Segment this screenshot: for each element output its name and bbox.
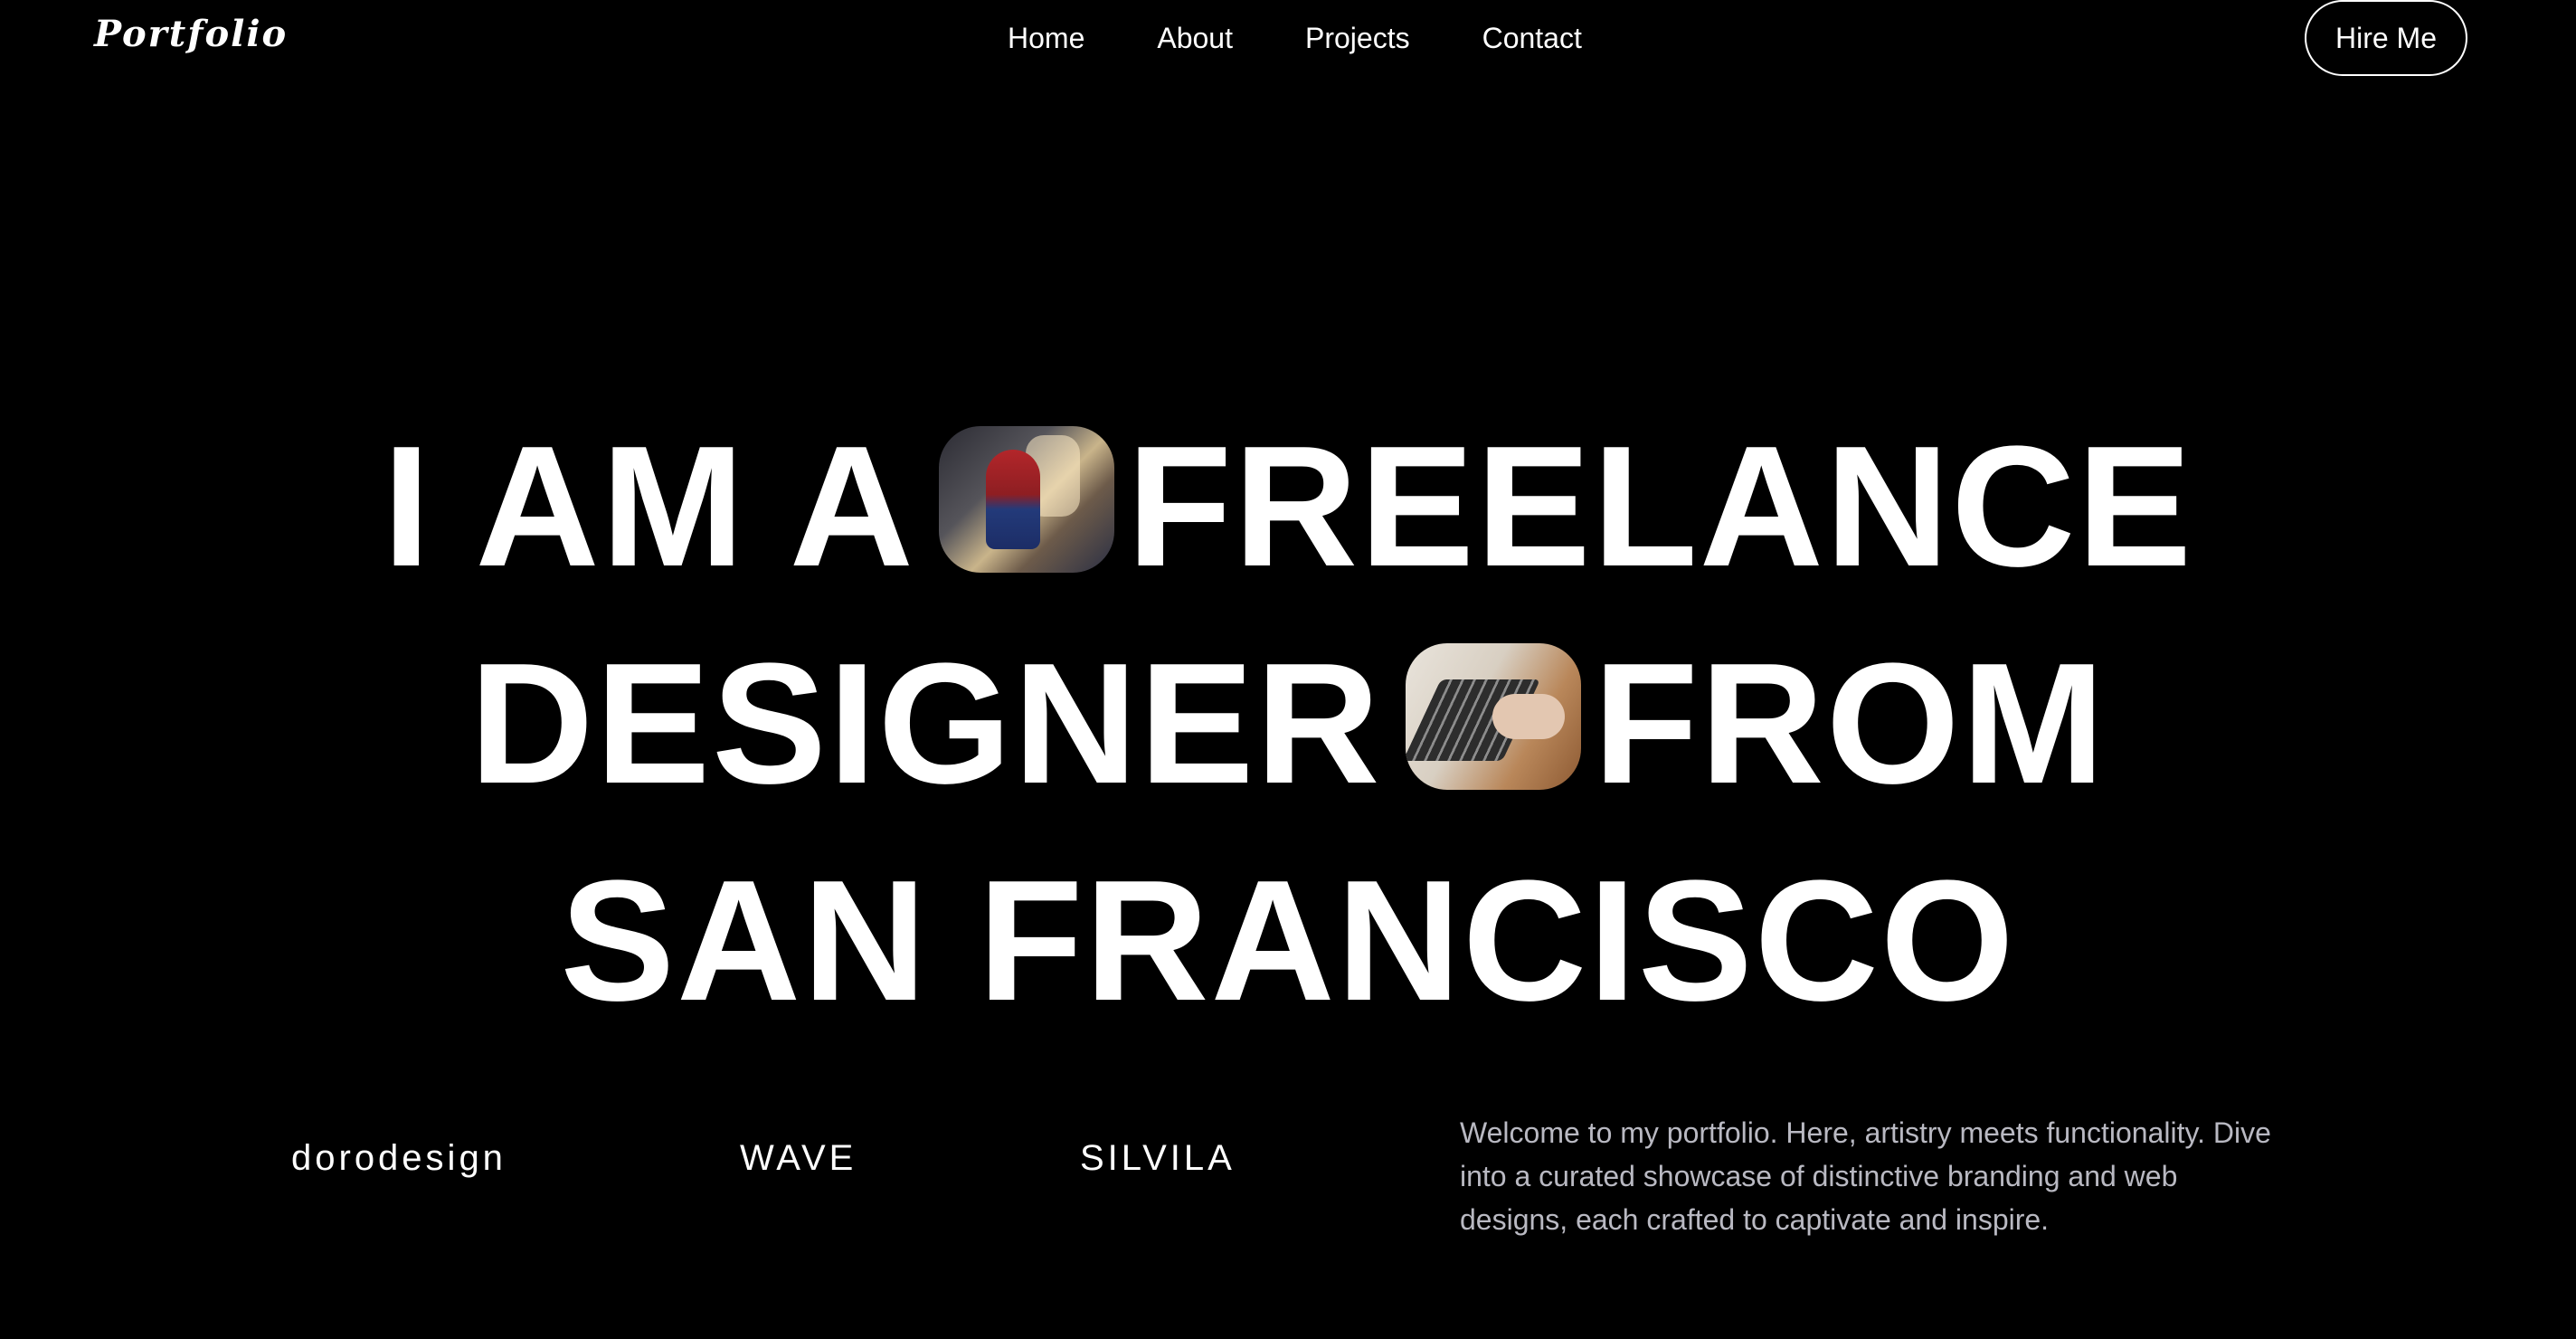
headline-line-2: DESIGNER FROM bbox=[0, 615, 2576, 832]
brand-silvila: SILVILA bbox=[1080, 1138, 1236, 1178]
headline-line-1: I AM A FREELANCE bbox=[0, 398, 2576, 615]
headline-text: FREELANCE bbox=[1126, 411, 2194, 603]
hire-me-button[interactable]: Hire Me bbox=[2305, 0, 2467, 76]
brand-wave: WAVE bbox=[740, 1138, 857, 1178]
nav-projects[interactable]: Projects bbox=[1305, 18, 1410, 58]
main-nav: Home About Projects Contact bbox=[1008, 18, 1582, 58]
headline-text: I AM A bbox=[382, 411, 915, 603]
logo[interactable]: Portfolio bbox=[94, 13, 288, 55]
spiderman-image bbox=[938, 426, 1114, 573]
nav-about[interactable]: About bbox=[1157, 18, 1233, 58]
brand-dorodesign: dorodesign bbox=[291, 1138, 507, 1178]
headline-text: DESIGNER bbox=[469, 628, 1382, 820]
headline-text: FROM bbox=[1593, 628, 2107, 820]
laptop-image bbox=[1405, 643, 1581, 790]
intro-text: Welcome to my portfolio. Here, artistry … bbox=[1460, 1116, 2271, 1236]
hero-headline: I AM A FREELANCE DESIGNER FROM SAN FRANCIS… bbox=[0, 398, 2576, 1049]
headline-line-3: SAN FRANCISCO bbox=[560, 845, 2016, 1037]
nav-contact[interactable]: Contact bbox=[1482, 18, 1582, 58]
nav-home[interactable]: Home bbox=[1008, 18, 1084, 58]
